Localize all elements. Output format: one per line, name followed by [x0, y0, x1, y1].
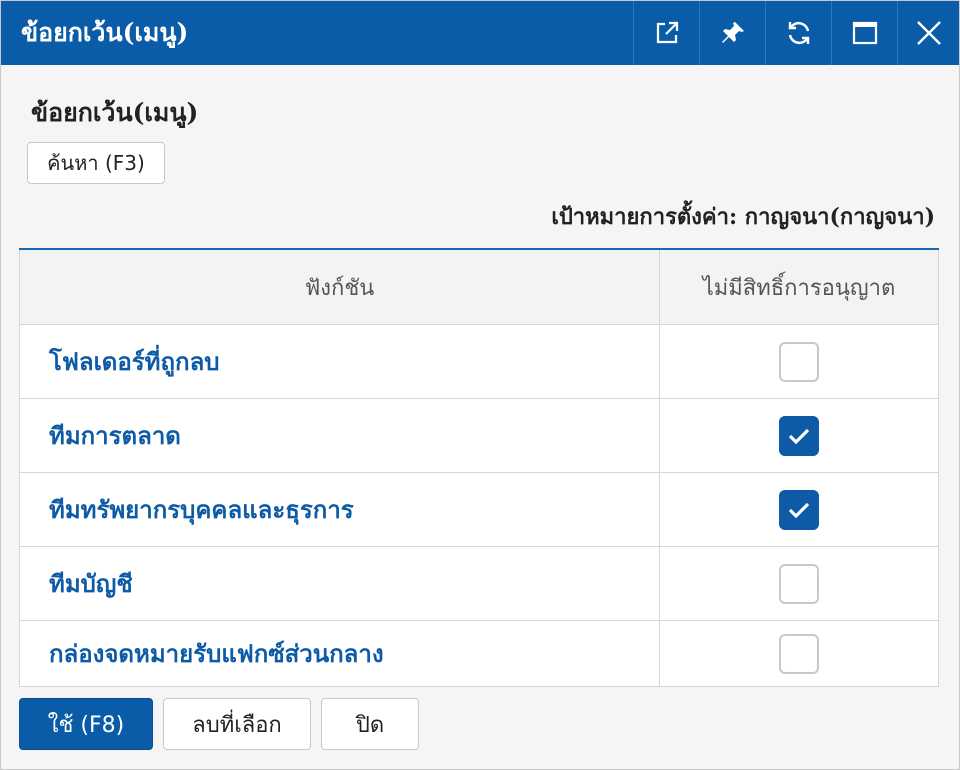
pin-icon — [721, 22, 744, 43]
clear-selection-button[interactable]: ลบที่เลือก — [163, 698, 311, 750]
no-permission-checkbox[interactable] — [779, 633, 819, 674]
column-header-no-permission[interactable]: ไม่มีสิทธิ์การอนุญาต — [660, 250, 938, 324]
function-name[interactable]: ทีมบัญชี — [20, 547, 660, 620]
target-label: เป้าหมายการตั้งค่า: กาญจนา(กาญจนา) — [551, 204, 935, 230]
function-name[interactable]: กล่องจดหมายรับแฟกซ์ส่วนกลาง — [20, 621, 660, 686]
permission-cell — [660, 399, 938, 472]
permission-cell — [660, 621, 938, 686]
refresh-button[interactable] — [765, 1, 831, 65]
table-row[interactable]: ทีมการตลาด — [19, 399, 939, 473]
permission-cell — [660, 325, 938, 398]
permission-table: ฟังก์ชัน ไม่มีสิทธิ์การอนุญาต โฟลเดอร์ที… — [19, 248, 939, 687]
title-bar-buttons — [633, 1, 959, 65]
permission-cell — [660, 473, 938, 546]
section-title: ข้อยกเว้น(เมนู) — [31, 98, 199, 127]
refresh-icon — [788, 21, 809, 45]
window-title: ข้อยกเว้น(เมนู) — [21, 18, 189, 47]
no-permission-checkbox[interactable] — [779, 341, 819, 382]
external-link-icon — [656, 21, 678, 44]
table-row[interactable]: ทีมทรัพยากรบุคคลและธุรการ — [19, 473, 939, 547]
exception-dialog: ข้อยกเว้น(เมนู) ข้อยกเว้น(เมนู) ค้นหา (F… — [0, 0, 960, 770]
search-button[interactable]: ค้นหา (F3) — [27, 142, 165, 184]
no-permission-checkbox[interactable] — [779, 415, 819, 456]
open-new-window-button[interactable] — [633, 1, 699, 65]
checkmark-icon — [788, 502, 810, 518]
permission-cell — [660, 547, 938, 620]
checkmark-icon — [788, 428, 810, 444]
table-row[interactable]: ทีมบัญชี — [19, 547, 939, 621]
function-name[interactable]: โฟลเดอร์ที่ถูกลบ — [20, 325, 660, 398]
maximize-button[interactable] — [831, 1, 897, 65]
apply-button[interactable]: ใช้ (F8) — [19, 698, 153, 750]
function-name[interactable]: ทีมการตลาด — [20, 399, 660, 472]
close-button[interactable]: ปิด — [321, 698, 419, 750]
table-row[interactable]: โฟลเดอร์ที่ถูกลบ — [19, 325, 939, 399]
table-row[interactable]: กล่องจดหมายรับแฟกซ์ส่วนกลาง — [19, 621, 939, 687]
maximize-icon — [852, 21, 877, 45]
footer-buttons: ใช้ (F8) ลบที่เลือก ปิด — [19, 698, 419, 750]
no-permission-checkbox[interactable] — [779, 563, 819, 604]
table-body: โฟลเดอร์ที่ถูกลบ ทีมการตลาด ทีมทรัพยากรบ… — [19, 325, 939, 687]
close-window-button[interactable] — [897, 1, 959, 65]
no-permission-checkbox[interactable] — [779, 489, 819, 530]
title-bar: ข้อยกเว้น(เมนู) — [1, 1, 959, 65]
function-name[interactable]: ทีมทรัพยากรบุคคลและธุรการ — [20, 473, 660, 546]
table-header: ฟังก์ชัน ไม่มีสิทธิ์การอนุญาต — [19, 250, 939, 325]
pin-button[interactable] — [699, 1, 765, 65]
close-icon — [916, 21, 941, 45]
column-header-function[interactable]: ฟังก์ชัน — [20, 250, 660, 324]
